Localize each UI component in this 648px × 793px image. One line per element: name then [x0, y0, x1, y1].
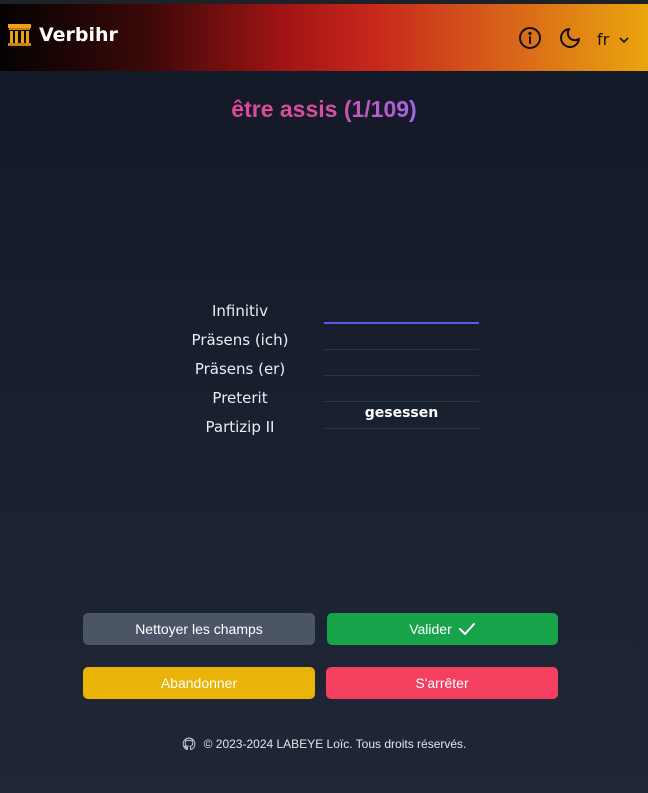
moon-icon[interactable] — [558, 26, 582, 50]
footer: © 2023-2024 LABEYE Loïc. Tous droits rés… — [0, 737, 648, 751]
infinitiv-input[interactable] — [324, 298, 479, 324]
check-icon — [458, 623, 475, 635]
prasens-er-input[interactable] — [324, 350, 479, 376]
verb-title: être assis (1/109) — [231, 96, 417, 122]
partizip-label: Partizip II — [205, 418, 275, 436]
brand[interactable]: Verbihr — [8, 24, 118, 46]
copyright-text: © 2023-2024 LABEYE Loïc. Tous droits rés… — [203, 737, 467, 751]
chevron-down-icon — [619, 36, 629, 43]
github-icon[interactable] — [182, 737, 196, 751]
prasens-er-label: Präsens (er) — [194, 360, 286, 378]
clear-fields-button[interactable]: Nettoyer les champs — [83, 613, 315, 645]
stop-button[interactable]: S'arrêter — [326, 667, 558, 699]
app-name: Verbihr — [39, 24, 118, 46]
abandon-button[interactable]: Abandonner — [83, 667, 315, 699]
validate-button[interactable]: Valider — [327, 613, 558, 645]
clear-fields-label: Nettoyer les champs — [135, 621, 263, 637]
info-icon[interactable] — [518, 26, 542, 50]
prasens-ich-label: Präsens (ich) — [191, 331, 289, 349]
columns-logo-icon — [8, 24, 31, 46]
preterit-input[interactable] — [324, 376, 479, 402]
stop-label: S'arrêter — [415, 675, 469, 691]
abandon-label: Abandonner — [160, 675, 238, 691]
prasens-ich-input[interactable] — [324, 324, 479, 350]
partizip-given-value: gesessen — [324, 403, 479, 429]
infinitiv-label: Infinitiv — [212, 302, 268, 320]
preterit-label: Preterit — [212, 389, 268, 407]
language-code: fr — [597, 30, 610, 49]
validate-label: Valider — [409, 621, 452, 637]
app-header: Verbihr fr — [0, 4, 648, 71]
language-select[interactable]: fr — [597, 30, 629, 49]
